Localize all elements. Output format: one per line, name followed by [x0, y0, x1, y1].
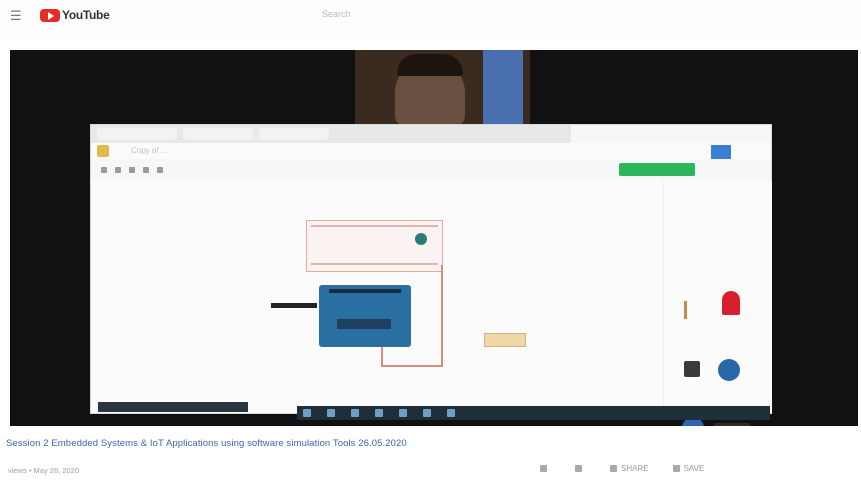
windows-taskbar — [297, 406, 770, 420]
browser-tab[interactable] — [259, 128, 329, 140]
slide-switch-icon[interactable] — [714, 423, 750, 426]
resistor-icon[interactable] — [684, 301, 687, 319]
youtube-play-icon — [40, 8, 60, 22]
pin-header — [329, 289, 401, 293]
dislike-button[interactable] — [575, 464, 586, 473]
browser-tab[interactable] — [183, 128, 253, 140]
note-icon[interactable] — [157, 167, 163, 173]
usb-cable — [271, 303, 317, 308]
redo-icon[interactable] — [143, 167, 149, 173]
like-button[interactable] — [540, 464, 551, 473]
microcontroller-chip — [337, 319, 391, 329]
undo-icon[interactable] — [129, 167, 135, 173]
youtube-logo[interactable]: YouTube — [40, 8, 110, 22]
start-icon[interactable] — [303, 409, 311, 417]
video-player[interactable]: Copy of ... — [10, 50, 858, 426]
wire[interactable] — [381, 347, 383, 367]
presenter-hair — [397, 54, 463, 76]
app-icon[interactable] — [399, 409, 407, 417]
presenter-name-strip — [98, 402, 248, 412]
share-label: SHARE — [621, 464, 649, 473]
youtube-header: ☰ YouTube Search — [0, 0, 861, 36]
breadboard-rail — [311, 263, 438, 265]
search-input[interactable]: Search — [322, 9, 351, 19]
webcam-feed — [355, 50, 530, 126]
browser-tab[interactable] — [97, 128, 177, 140]
start-simulation-button[interactable] — [619, 163, 695, 176]
browser-tab-strip — [91, 125, 571, 143]
video-actions: SHARE SAVE — [540, 464, 704, 473]
potentiometer-icon[interactable] — [718, 359, 740, 381]
video-title: Session 2 Embedded Systems & IoT Applica… — [6, 438, 407, 449]
thumbs-down-icon — [575, 465, 582, 472]
lcd-component[interactable] — [484, 333, 526, 347]
folder-icon[interactable] — [351, 409, 359, 417]
tinkercad-logo-icon — [97, 145, 109, 157]
led-icon[interactable] — [722, 291, 740, 315]
arduino-uno-board[interactable] — [319, 285, 411, 347]
wire[interactable] — [381, 365, 443, 367]
logo-text: YouTube — [62, 8, 110, 22]
app-icon[interactable] — [447, 409, 455, 417]
hamburger-icon[interactable]: ☰ — [10, 8, 22, 24]
background-door — [483, 50, 523, 125]
save-icon — [672, 465, 680, 472]
share-button[interactable]: SHARE — [610, 464, 649, 473]
share-icon — [610, 465, 617, 472]
project-title: Copy of ... — [131, 146, 168, 155]
save-button[interactable]: SAVE — [672, 464, 705, 473]
thumbs-up-icon — [540, 465, 547, 472]
shared-screen: Copy of ... — [90, 124, 772, 426]
breadboard-rail — [311, 225, 438, 227]
rotate-icon[interactable] — [101, 167, 107, 173]
save-label: SAVE — [683, 464, 705, 473]
photoresistor-component[interactable] — [415, 233, 427, 245]
app-icon[interactable] — [423, 409, 431, 417]
code-button[interactable] — [711, 145, 731, 159]
components-panel — [663, 181, 772, 426]
delete-icon[interactable] — [115, 167, 121, 173]
video-meta: views • May 26, 2020 — [8, 466, 79, 475]
address-bar[interactable] — [91, 143, 771, 160]
browser-icon[interactable] — [375, 409, 383, 417]
pushbutton-icon[interactable] — [684, 361, 700, 377]
breadboard[interactable] — [306, 220, 443, 272]
search-icon[interactable] — [327, 409, 335, 417]
wire[interactable] — [441, 265, 443, 365]
